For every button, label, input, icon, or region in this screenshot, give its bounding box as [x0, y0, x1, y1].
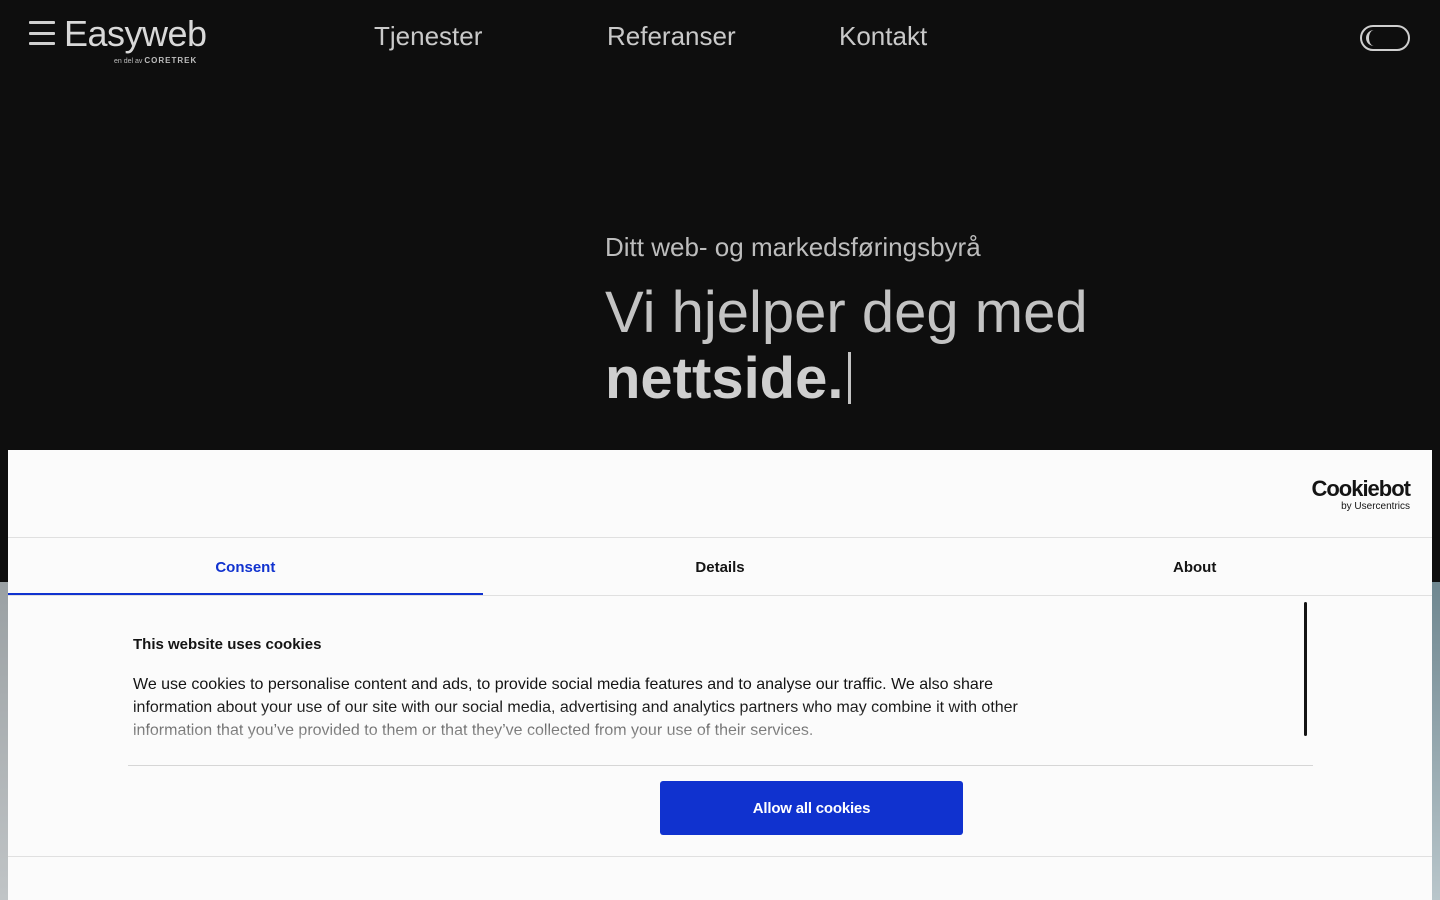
theme-toggle[interactable] [1360, 25, 1410, 51]
cookiebot-logo: Cookiebot by Usercentrics [1311, 476, 1411, 513]
consent-body: We use cookies to personalise content an… [133, 676, 1018, 739]
logo-sub-brand: CORETREK [144, 56, 198, 65]
logo-sub-prefix: en del av [114, 58, 143, 65]
typing-cursor [847, 352, 851, 404]
cookiebot-brand-name: Cookiebot [1311, 476, 1411, 501]
hero-title-line2: nettside. [605, 346, 844, 411]
tab-about[interactable]: About [957, 538, 1432, 596]
content-scrollbar[interactable] [1304, 602, 1307, 736]
tab-details[interactable]: Details [483, 538, 958, 596]
cookie-consent-dialog: Cookiebot by Usercentrics Consent Detail… [8, 450, 1432, 900]
cookie-tabs: Consent Details About [8, 538, 1432, 596]
logo-text: Easyweb [64, 13, 207, 54]
cookiebot-brand-sub: by Usercentrics [1341, 501, 1410, 512]
hero-title-line1: Vi hjelper deg med [605, 280, 1088, 345]
nav-tjenester[interactable]: Tjenester [374, 20, 482, 52]
hero-title-line2-wrap: nettside. [605, 346, 1088, 412]
hero-subtitle: Ditt web- og markedsføringsbyrå [605, 232, 981, 262]
consent-heading: This website uses cookies [133, 636, 322, 653]
tabs-divider [8, 595, 1432, 596]
background-strip-right [1432, 582, 1440, 900]
logo[interactable]: Easyweb en del av CORETREK [64, 13, 207, 66]
allow-all-cookies-button[interactable]: Allow all cookies [660, 781, 963, 835]
consent-content: This website uses cookies We use cookies… [133, 636, 1053, 753]
background-strip-left [0, 582, 8, 900]
hero-title: Vi hjelper deg med nettside. [605, 280, 1088, 412]
nav-referanser[interactable]: Referanser [607, 20, 736, 52]
footer-divider [8, 856, 1432, 857]
nav-kontakt[interactable]: Kontakt [839, 20, 927, 52]
moon-icon [1366, 30, 1382, 46]
logo-subtitle: en del av CORETREK [114, 56, 197, 65]
content-divider [128, 765, 1313, 766]
tab-consent[interactable]: Consent [8, 538, 483, 596]
hamburger-menu-icon[interactable] [29, 19, 55, 47]
site-header: Easyweb en del av CORETREK Tjenester Ref… [0, 0, 1440, 80]
